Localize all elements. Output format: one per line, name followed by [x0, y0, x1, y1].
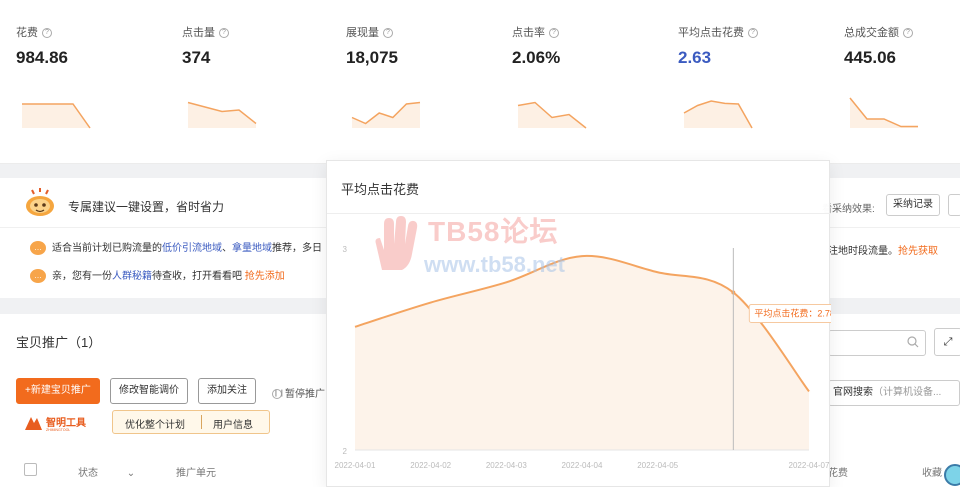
sparkline — [517, 101, 587, 129]
chat-bubble-icon: … — [30, 241, 46, 256]
add-first-link[interactable]: 抢先添加 — [245, 271, 285, 282]
section-title: 宝贝推广（1） — [16, 335, 102, 350]
metric-value: 2.06% — [512, 48, 561, 67]
metric-gmv[interactable]: 总成交金额? 445.06 — [844, 0, 960, 164]
help-icon[interactable]: ? — [383, 28, 393, 39]
grab-first-link[interactable]: 抢先获取 — [898, 246, 938, 257]
brand-logo: 智明工具 ZHIMINGTOOL — [25, 416, 86, 432]
data-point[interactable] — [504, 280, 508, 284]
sparkline-area — [684, 101, 752, 128]
sparkline-area — [850, 98, 918, 128]
metric-value: 445.06 — [844, 48, 896, 67]
new-item-promotion-button[interactable]: +新建宝贝推广 — [16, 378, 100, 404]
x-tick-label: 2022-04-07 — [789, 461, 830, 470]
metric-value: 374 — [182, 48, 211, 67]
x-tick-label: 2022-04-02 — [410, 461, 451, 470]
tab-user-info[interactable]: 用户信息 — [213, 416, 253, 431]
trend-popover: 平均点击花费 3 2 2022-04-01 2022-04-02 2022-04-03 2… — [326, 160, 831, 487]
metric-label: 花费 — [16, 27, 38, 39]
help-icon[interactable]: ? — [42, 28, 52, 39]
metric-value: 984.86 — [16, 48, 68, 67]
robot-icon — [26, 188, 54, 216]
volume-region-link[interactable]: 拿量地域 — [232, 243, 272, 254]
data-point[interactable] — [807, 389, 811, 393]
low-price-region-link[interactable]: 低价引流地域 — [162, 243, 222, 254]
data-point[interactable] — [353, 325, 357, 329]
popover-title: 平均点击花费 — [341, 182, 420, 197]
tip-audience-suggestion: … 亲，您有一份人群秘籍待查收，打开看看吧 抢先添加 — [30, 267, 285, 284]
overflow-button[interactable] — [948, 194, 960, 216]
cpc-trend-chart[interactable]: 3 2 2022-04-01 2022-04-02 2022-04-03 2022-04-… — [327, 214, 831, 487]
tip-region-suffix: 注地时段流量。抢先获取 — [828, 246, 938, 257]
add-follow-button[interactable]: 添加关注 — [198, 378, 256, 404]
metric-cpc[interactable]: 平均点击花费? 2.63 — [678, 0, 838, 164]
metric-value: 2.63 — [678, 48, 712, 67]
sparkline — [187, 101, 257, 128]
svg-text:ZHIMINGTOOL: ZHIMINGTOOL — [46, 428, 70, 432]
help-icon[interactable]: ? — [903, 28, 913, 39]
column-status[interactable]: 状态 ⌄ — [78, 464, 135, 479]
search-input[interactable] — [828, 330, 926, 356]
search-icon — [907, 336, 919, 348]
sparkline — [683, 100, 753, 129]
tip-region-suggestion: … 适合当前计划已购流量的低价引流地域、拿量地域推荐，多日 — [30, 239, 322, 256]
expand-icon: ⤢ — [943, 336, 953, 348]
optimize-tabs: 优化整个计划 用户信息 — [112, 410, 270, 434]
audience-guide-link[interactable]: 人群秘籍 — [112, 271, 152, 282]
metric-value: 18,075 — [346, 48, 398, 67]
fullscreen-button[interactable]: ⤢ — [934, 328, 960, 356]
sparkline — [22, 103, 91, 129]
metric-impressions[interactable]: 展现量? 18,075 — [346, 0, 506, 164]
tab-divider — [201, 415, 202, 429]
y-tick-label: 3 — [343, 245, 348, 254]
channel-select[interactable]: 官网搜索（计算机设备... — [828, 380, 960, 406]
select-all-checkbox[interactable] — [24, 463, 37, 476]
sparkline-area — [22, 104, 90, 128]
x-tick-label: 2022-04-03 — [486, 461, 527, 470]
metrics-strip: 花费? 984.86 点击量? 374 展现量? 18,075 点击率? 2.0… — [0, 0, 960, 164]
metric-cost[interactable]: 花费? 984.86 — [16, 0, 176, 164]
column-unit: 推广单元 — [176, 468, 216, 479]
sparkline — [849, 97, 918, 128]
data-point[interactable] — [580, 254, 584, 258]
pause-promotion-button[interactable]: ❙❙暂停推广 — [272, 385, 325, 400]
y-tick-label: 2 — [343, 447, 348, 456]
metric-clicks[interactable]: 点击量? 374 — [182, 0, 342, 164]
metric-label: 总成交金额 — [844, 27, 899, 39]
hover-tooltip-label: 平均点击花费：2.78元 — [754, 307, 831, 318]
column-cost[interactable]: 花费 — [828, 464, 848, 479]
pause-icon: ❙❙ — [272, 389, 285, 400]
x-tick-label: 2022-04-04 — [562, 461, 603, 470]
adopt-record-button[interactable]: 采纳记录 — [886, 194, 940, 216]
metric-ctr[interactable]: 点击率? 2.06% — [512, 0, 672, 164]
chevron-down-icon: ⌄ — [126, 468, 136, 479]
tab-optimize-plan[interactable]: 优化整个计划 — [125, 416, 185, 431]
sparkline-area — [518, 102, 586, 128]
help-icon[interactable]: ? — [748, 28, 758, 39]
x-tick-label: 2022-04-01 — [335, 461, 376, 470]
sparkline — [351, 101, 421, 128]
metric-label: 展现量 — [346, 27, 379, 39]
metric-label: 平均点击花费 — [678, 27, 744, 39]
column-fav[interactable]: 收藏 — [922, 464, 942, 479]
x-tick-label: 2022-04-05 — [637, 461, 678, 470]
data-point[interactable] — [656, 270, 660, 274]
metric-label: 点击量 — [182, 27, 215, 39]
modify-smart-bid-button[interactable]: 修改智能调价 — [110, 378, 188, 404]
area-fill — [355, 255, 809, 450]
suggestion-title: 专属建议一键设置，省时省力 — [68, 200, 225, 214]
data-point[interactable] — [429, 301, 433, 305]
help-icon[interactable]: ? — [549, 28, 559, 39]
help-icon[interactable]: ? — [219, 28, 229, 39]
chat-bubble-icon: … — [30, 269, 46, 284]
assistant-float-icon[interactable] — [944, 464, 960, 486]
metric-label: 点击率 — [512, 27, 545, 39]
